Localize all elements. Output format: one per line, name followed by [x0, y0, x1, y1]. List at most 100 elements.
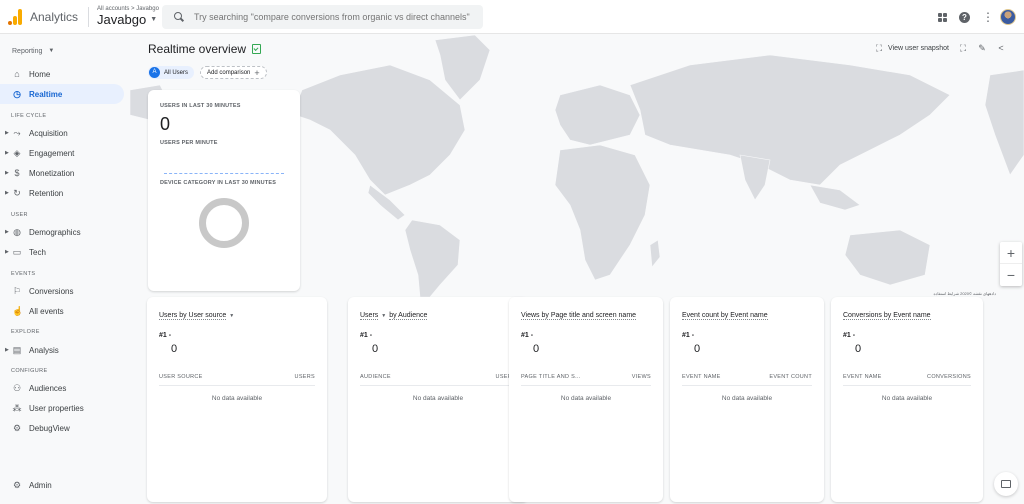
- touch-icon: ☝: [12, 306, 24, 316]
- column-header-left: AUDIENCE: [360, 374, 391, 380]
- app-name: Analytics: [30, 6, 90, 27]
- column-header-left: EVENT NAME: [843, 374, 882, 380]
- map-australia: [844, 229, 931, 286]
- expand-arrow-icon: ▶: [5, 150, 9, 156]
- more-vert-icon[interactable]: ⋮: [982, 11, 994, 23]
- card-users-by-audience: Users ▼ by Audience #1 - 0 AUDIENCE USERS …: [348, 297, 528, 502]
- analytics-logo[interactable]: Analytics: [8, 0, 90, 34]
- card-views-by-page: Views by Page title and screen name #1 -…: [509, 297, 663, 502]
- share-icon[interactable]: <: [996, 43, 1006, 53]
- expand-arrow-icon: ▶: [5, 249, 9, 255]
- users-last-30-label: USERS IN LAST 30 MINUTES: [160, 103, 241, 109]
- section-life-cycle: LIFE CYCLE: [11, 113, 47, 119]
- chevron-down-icon: ▼: [150, 16, 158, 23]
- account-selector[interactable]: All accounts > Javabgo Javabgo ▼: [97, 6, 159, 27]
- feedback-button[interactable]: [994, 472, 1018, 496]
- section-configure: CONFIGURE: [11, 368, 48, 374]
- card-value: 0: [533, 343, 540, 355]
- sidebar-item-audiences[interactable]: ⚇ Audiences: [0, 378, 124, 398]
- sidebar-item-realtime[interactable]: ◷ Realtime: [0, 84, 124, 104]
- map-east-wrap: [984, 69, 1024, 176]
- no-data-message: No data available: [881, 395, 933, 402]
- globe-icon: ◍: [13, 227, 21, 237]
- feedback-icon: [1001, 480, 1011, 488]
- card-rank: #1 -: [360, 332, 373, 339]
- zoom-out-button[interactable]: −: [1000, 264, 1022, 286]
- map-toolbar: ⛶ View user snapshot ⛶ ✎ <: [874, 43, 1006, 54]
- flag-icon: ⚐: [12, 286, 22, 296]
- section-explore: EXPLORE: [11, 329, 40, 335]
- help-icon[interactable]: ?: [959, 11, 970, 23]
- view-user-snapshot-button[interactable]: ⛶ View user snapshot: [874, 43, 949, 53]
- card-title[interactable]: Views by Page title and screen name: [521, 312, 637, 320]
- retention-icon: ↻: [13, 188, 21, 198]
- map-south-america: [404, 219, 461, 297]
- sidebar-item-user-properties[interactable]: ⁂ User properties: [0, 398, 124, 418]
- acquisition-icon: ⤳: [13, 128, 21, 138]
- realtime-summary-card: USERS IN LAST 30 MINUTES 0 USERS PER MIN…: [148, 90, 300, 291]
- sidebar-item-demographics[interactable]: ▶ ◍ Demographics: [0, 222, 124, 242]
- devices-icon: ▭: [12, 247, 22, 257]
- sidebar-item-tech[interactable]: ▶ ▭ Tech: [0, 242, 124, 262]
- column-header-right: EVENT COUNT: [769, 374, 812, 380]
- verified-report-icon[interactable]: [252, 44, 262, 54]
- map-africa: [554, 144, 651, 281]
- sidebar-item-conversions[interactable]: ⚐ Conversions: [0, 281, 124, 301]
- sidebar-item-engagement[interactable]: ▶ ◈ Engagement: [0, 143, 124, 163]
- audiences-icon: ⚇: [12, 383, 22, 393]
- sidebar-item-analysis[interactable]: ▶ ▤ Analysis: [0, 340, 124, 360]
- clock-icon: ◷: [13, 89, 21, 99]
- sidebar-item-retention[interactable]: ▶ ↻ Retention: [0, 183, 124, 203]
- no-data-message: No data available: [412, 395, 464, 402]
- expand-arrow-icon: ▶: [5, 190, 9, 196]
- chevron-down-icon[interactable]: ▼: [381, 313, 386, 319]
- card-event-count: Event count by Event name #1 - 0 EVENT N…: [670, 297, 824, 502]
- search-bar[interactable]: [162, 5, 483, 29]
- analytics-logo-icon: [8, 8, 22, 25]
- analysis-icon: ▤: [12, 345, 22, 355]
- expand-arrow-icon: ▶: [5, 229, 9, 235]
- card-title[interactable]: Users by User source ▼: [159, 312, 237, 320]
- reporting-dropdown[interactable]: Reporting ▼: [12, 45, 130, 57]
- sidebar-item-all-events[interactable]: ☝ All events: [0, 301, 124, 321]
- gear-icon: ⚙: [12, 480, 22, 490]
- search-icon: [174, 12, 184, 22]
- avatar[interactable]: [1000, 9, 1016, 25]
- sidebar-item-acquisition[interactable]: ▶ ⤳ Acquisition: [0, 123, 124, 143]
- users-per-minute-label: USERS PER MINUTE: [160, 140, 218, 146]
- fullscreen-icon[interactable]: ⛶: [958, 43, 968, 53]
- chevron-down-icon[interactable]: ▼: [229, 313, 234, 319]
- sidebar-item-home[interactable]: ⌂ Home: [0, 64, 124, 84]
- map-southeast-asia: [809, 184, 861, 211]
- customize-report-icon[interactable]: ✎: [977, 43, 987, 53]
- sidebar-item-admin[interactable]: ⚙ Admin: [0, 475, 130, 495]
- card-value: 0: [855, 343, 862, 355]
- zoom-in-button[interactable]: +: [1000, 242, 1022, 264]
- main-content: Realtime overview A All Users Add compar…: [130, 35, 1024, 504]
- sidebar-item-debugview[interactable]: ⚙ DebugView: [0, 418, 124, 438]
- user-properties-icon: ⁂: [12, 403, 22, 413]
- map-attribution[interactable]: دادههای نقشه ©2020 شرایط استفاده: [934, 291, 997, 296]
- add-comparison-button[interactable]: Add comparison +: [200, 66, 267, 79]
- column-header-left: PAGE TITLE AND S...: [521, 374, 581, 380]
- card-rank: #1 -: [843, 332, 856, 339]
- no-data-message: No data available: [721, 395, 773, 402]
- card-rank: #1 -: [159, 332, 172, 339]
- card-title[interactable]: Event count by Event name: [682, 312, 768, 320]
- top-bar: Analytics All accounts > Javabgo Javabgo…: [0, 0, 1024, 34]
- search-input[interactable]: [194, 12, 474, 22]
- all-users-chip[interactable]: A All Users: [148, 66, 195, 79]
- no-data-message: No data available: [560, 395, 612, 402]
- apps-icon[interactable]: [938, 12, 947, 22]
- map-greenland: [434, 35, 491, 101]
- map-madagascar: [649, 239, 661, 268]
- card-divider: [682, 385, 812, 386]
- sidebar-item-monetization[interactable]: ▶ $ Monetization: [0, 163, 124, 183]
- column-header-right: CONVERSIONS: [927, 374, 971, 380]
- property-name[interactable]: Javabgo: [97, 12, 146, 27]
- card-title[interactable]: Users ▼ by Audience: [360, 312, 428, 320]
- world-map[interactable]: Realtime overview A All Users Add compar…: [130, 35, 1024, 297]
- card-title[interactable]: Conversions by Event name: [843, 312, 931, 320]
- expand-arrow-icon: ▶: [5, 170, 9, 176]
- card-conversions: Conversions by Event name #1 - 0 EVENT N…: [831, 297, 983, 502]
